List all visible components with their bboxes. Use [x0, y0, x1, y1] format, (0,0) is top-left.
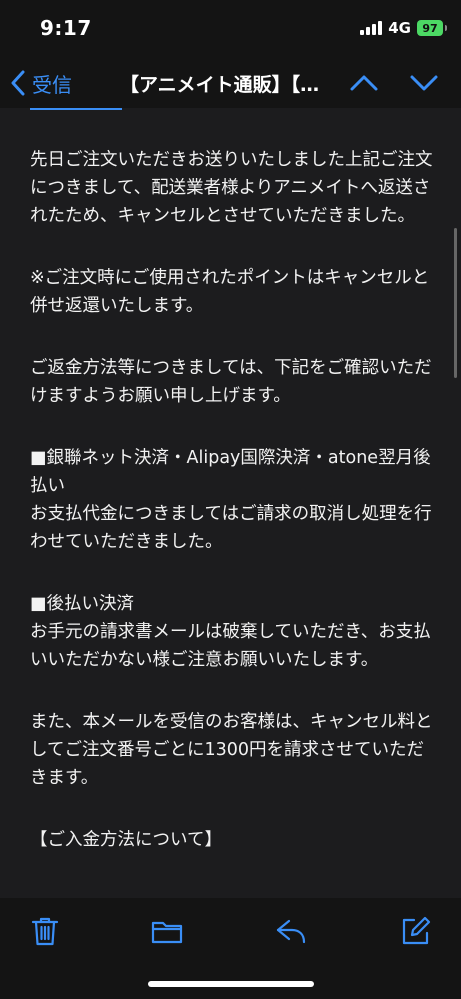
email-paragraph: ※ご注文時にご使用されたポイントはキャンセルと併せ返還いたします。 — [30, 268, 430, 316]
reply-icon — [276, 919, 306, 944]
previous-message-button[interactable] — [348, 68, 380, 98]
battery-icon: 97 — [417, 20, 447, 36]
email-section-heading: 【ご入金方法について】 — [30, 830, 222, 850]
reply-button[interactable] — [274, 914, 308, 948]
scrollbar[interactable] — [454, 228, 457, 378]
folder-icon — [151, 921, 183, 944]
chevron-left-icon — [11, 70, 25, 96]
back-label: 受信 — [32, 72, 72, 97]
email-paragraph: ■後払い決済 お手元の請求書メールは破棄していただき、お支払いいただかない様ご注… — [30, 594, 431, 670]
email-paragraph: 先日ご注文いただきお送りいたしました上記ご注文につきまして、配送業者様よりアニメ… — [30, 150, 433, 226]
nav-bar: 受信 【アニメイト通販】【重要】ご注文キャンセルのお知らせ — [0, 58, 461, 108]
email-text: 先日ご注文いただきお送りいたしました上記ご注文につきまして、配送業者様よりアニメ… — [30, 146, 435, 854]
home-indicator[interactable] — [148, 981, 314, 987]
email-paragraph: ■銀聯ネット決済・Alipay国際決済・atone翌月後払い お支払代金につきま… — [30, 448, 432, 552]
chevron-up-icon — [350, 75, 378, 91]
trash-icon — [31, 917, 59, 946]
next-message-button[interactable] — [408, 68, 440, 98]
network-type: 4G — [388, 19, 411, 37]
battery-level: 97 — [422, 21, 438, 35]
status-time: 9:17 — [40, 16, 92, 40]
back-button[interactable]: 受信 — [10, 66, 72, 100]
email-subject-title: 【アニメイト通販】【重要】ご注文キャンセルのお知らせ — [120, 74, 338, 96]
status-indicators: 4G 97 — [360, 19, 447, 37]
email-paragraph: ご返金方法等につきましては、下記をご確認いただけますようお願い申し上げます。 — [30, 358, 432, 406]
email-body[interactable]: 先日ご注文いただきお送りいたしました上記ご注文につきまして、配送業者様よりアニメ… — [0, 108, 461, 898]
email-paragraph: また、本メールを受信のお客様は、キャンセル料としてご注文番号ごとに1300円を請… — [30, 712, 433, 788]
link-underline — [30, 108, 122, 110]
delete-button[interactable] — [28, 914, 62, 948]
status-bar: 9:17 4G 97 — [0, 0, 461, 58]
signal-icon — [360, 21, 383, 35]
compose-icon — [402, 916, 431, 945]
compose-button[interactable] — [399, 914, 433, 948]
chevron-down-icon — [410, 75, 438, 91]
bottom-toolbar — [0, 898, 461, 999]
move-to-folder-button[interactable] — [150, 914, 184, 948]
